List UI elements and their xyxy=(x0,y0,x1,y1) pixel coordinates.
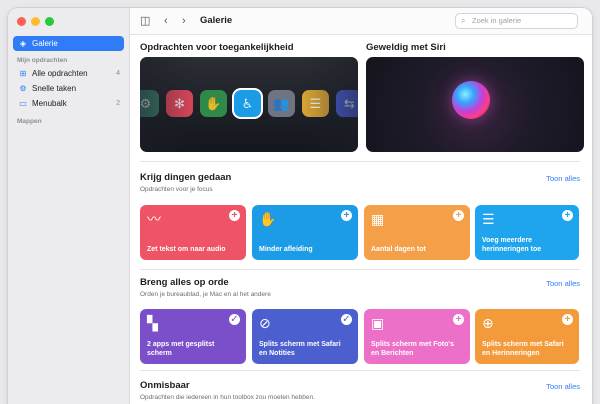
zoom-button[interactable] xyxy=(45,17,54,26)
hero-title-siri: Geweldig met Siri xyxy=(366,42,446,53)
checkmark-icon[interactable]: ✓ xyxy=(229,314,240,325)
hero-title-accessibility: Opdrachten voor toegankelijkheid xyxy=(140,42,294,53)
gallery-content: Opdrachten voor toegankelijkheid ⚙✻✋♿👥☰⇆… xyxy=(130,35,592,404)
hero-fade xyxy=(140,57,358,152)
calendar-icon: ▦ xyxy=(371,211,385,227)
forward-icon[interactable]: › xyxy=(182,15,186,27)
close-button[interactable] xyxy=(17,17,26,26)
waveform-icon: 〰 xyxy=(147,211,161,227)
shortcut-card-label: Splits scherm met Safari en Herinneringe… xyxy=(482,341,564,357)
divider xyxy=(140,269,580,270)
see-all-link[interactable]: Toon alles xyxy=(546,279,580,288)
shortcut-card[interactable]: 〰 + Zet tekst om naar audio xyxy=(140,205,246,260)
section-title: Krijg dingen gedaan xyxy=(140,172,232,183)
section-subtitle: Orden je bureaublad, je Mac en al het an… xyxy=(140,291,271,298)
shortcut-card[interactable]: ▚ ✓ 2 apps met gesplitst scherm xyxy=(140,309,246,364)
shortcut-card[interactable]: ▦ + Aantal dagen tot xyxy=(364,205,470,260)
sidebar-item-label: Menubalk xyxy=(32,99,67,108)
see-all-link[interactable]: Toon alles xyxy=(546,382,580,391)
sidebar-item-gallery[interactable]: ◈ Galerie xyxy=(13,36,124,51)
shortcut-card[interactable]: ⊕ + Splits scherm met Safari en Herinnerin… xyxy=(475,309,579,364)
shortcut-card[interactable]: ▣ + Splits scherm met Foto's en Berichten xyxy=(364,309,470,364)
sidebar-item-all-shortcuts[interactable]: ⊞ Alle opdrachten 4 xyxy=(13,66,124,81)
shortcut-card-label: Splits scherm met Foto's en Berichten xyxy=(371,341,454,357)
section-subtitle: Opdrachten die iedereen in hun toolbox z… xyxy=(140,394,315,401)
search-icon: ⌕ xyxy=(461,16,466,25)
divider xyxy=(140,370,580,371)
checkmark-icon[interactable]: ✓ xyxy=(341,314,352,325)
add-icon[interactable]: + xyxy=(341,210,352,221)
add-icon[interactable]: + xyxy=(562,314,573,325)
sidebar-item-label: Alle opdrachten xyxy=(32,69,88,78)
menubar-icon: ▭ xyxy=(19,99,27,108)
minimize-button[interactable] xyxy=(31,17,40,26)
section-title: Breng alles op orde xyxy=(140,277,229,288)
shortcut-card-label: Zet tekst om naar audio xyxy=(147,245,226,253)
section-subtitle: Opdrachten voor je focus xyxy=(140,186,213,193)
compass-icon: ⊘ xyxy=(259,315,271,331)
sidebar-item-count: 2 xyxy=(116,100,120,107)
sidebar-item-count: 4 xyxy=(116,70,120,77)
shortcut-card-label: 2 apps met gesplitst scherm xyxy=(147,341,215,357)
section-title: Onmisbaar xyxy=(140,380,190,391)
shortcut-card[interactable]: ✋ + Minder afleiding xyxy=(252,205,358,260)
sidebar-toggle-icon[interactable]: ◫ xyxy=(140,15,150,27)
add-icon[interactable]: + xyxy=(562,210,573,221)
hero-card-accessibility[interactable]: ⚙✻✋♿👥☰⇆ xyxy=(140,57,358,152)
toolbar: ◫ ‹ › Galerie ⌕ Zoek in galerie xyxy=(130,8,592,35)
shortcut-card[interactable]: ⊘ ✓ Splits scherm met Safari en Notities xyxy=(252,309,358,364)
sidebar: ◈ Galerie Mijn opdrachten ⊞ Alle opdrach… xyxy=(8,8,130,404)
add-icon[interactable]: + xyxy=(229,210,240,221)
list-icon: ☰ xyxy=(482,211,495,227)
hero-card-siri[interactable] xyxy=(366,57,584,152)
shortcut-card-label: Splits scherm met Safari en Notities xyxy=(259,341,341,357)
search-input[interactable]: ⌕ Zoek in galerie xyxy=(455,13,578,29)
hand-icon: ✋ xyxy=(259,211,277,227)
add-icon[interactable]: + xyxy=(453,210,464,221)
sidebar-item-menubar[interactable]: ▭ Menubalk 2 xyxy=(13,96,124,111)
divider xyxy=(140,161,580,162)
layers-icon: ◈ xyxy=(19,39,27,48)
photo-icon: ▣ xyxy=(371,315,385,331)
add-icon[interactable]: + xyxy=(453,314,464,325)
sidebar-item-label: Snelle taken xyxy=(32,84,77,93)
globe-icon: ⊕ xyxy=(482,315,494,331)
sidebar-section-my-shortcuts: Mijn opdrachten xyxy=(17,57,68,64)
shortcut-card[interactable]: ☰ + Voeg meerdere herinneringen toe xyxy=(475,205,579,260)
window-title: Galerie xyxy=(200,15,233,26)
sidebar-section-folders: Mappen xyxy=(17,118,42,125)
search-placeholder: Zoek in galerie xyxy=(472,16,522,25)
shortcut-card-label: Minder afleiding xyxy=(259,245,313,253)
grid-icon: ⊞ xyxy=(19,69,27,78)
sidebar-item-quick-actions[interactable]: ⚙ Snelle taken xyxy=(13,81,124,96)
back-icon[interactable]: ‹ xyxy=(164,15,168,27)
sidebar-item-label: Galerie xyxy=(32,39,58,48)
gear-icon: ⚙ xyxy=(19,84,27,93)
siri-orb-icon xyxy=(452,81,490,119)
app-window: ◈ Galerie Mijn opdrachten ⊞ Alle opdrach… xyxy=(8,8,592,404)
split-grid-icon: ▚ xyxy=(147,315,158,331)
window-controls xyxy=(17,17,54,26)
shortcut-card-label: Voeg meerdere herinneringen toe xyxy=(482,237,542,253)
shortcut-card-label: Aantal dagen tot xyxy=(371,245,426,253)
see-all-link[interactable]: Toon alles xyxy=(546,174,580,183)
